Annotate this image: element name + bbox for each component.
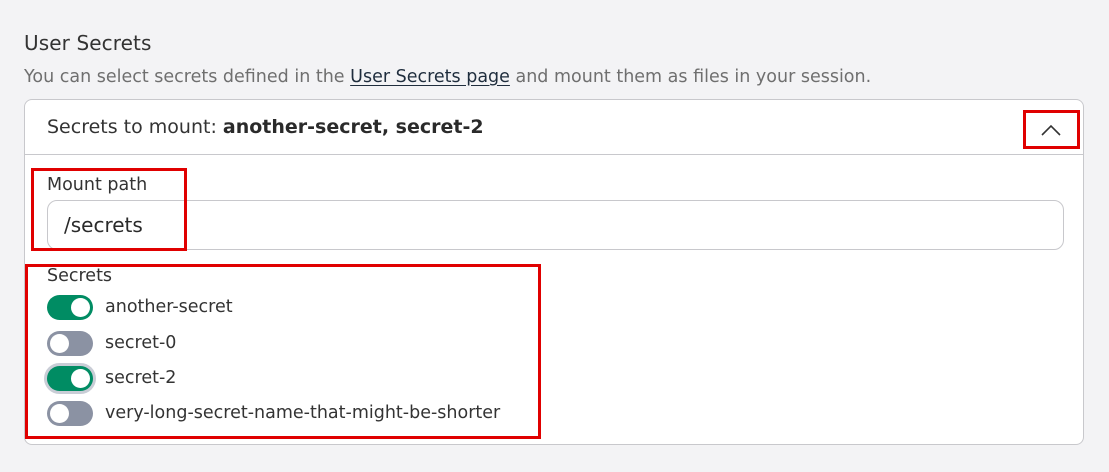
- secret-name: very-long-secret-name-that-might-be-shor…: [105, 403, 501, 423]
- description-text-before: You can select secrets defined in the: [24, 67, 351, 87]
- section-description: You can select secrets defined in the Us…: [24, 67, 871, 87]
- user-secrets-page-link[interactable]: User Secrets page: [350, 67, 510, 87]
- card-header[interactable]: Secrets to mount: another-secret, secret…: [25, 100, 1083, 155]
- secret-name: secret-0: [105, 333, 177, 353]
- secret-toggle-row[interactable]: very-long-secret-name-that-might-be-shor…: [47, 399, 500, 427]
- header-prefix: Secrets to mount:: [47, 116, 223, 138]
- collapse-button[interactable]: [1025, 112, 1077, 148]
- toggle-knob: [50, 403, 69, 423]
- toggle-knob: [71, 368, 90, 388]
- user-secrets-page: User Secrets You can select secrets defi…: [0, 0, 1109, 472]
- secret-toggle-switch[interactable]: [47, 365, 93, 391]
- secret-toggle-row[interactable]: secret-0: [47, 329, 176, 357]
- chevron-up-icon: [1041, 124, 1061, 136]
- secrets-label: Secrets: [47, 266, 113, 286]
- secret-toggle-switch[interactable]: [47, 294, 93, 320]
- secret-name: another-secret: [105, 297, 233, 317]
- toggle-knob: [50, 333, 69, 353]
- card-header-title: Secrets to mount: another-secret, secret…: [47, 116, 484, 138]
- description-text-after: and mount them as files in your session.: [509, 67, 872, 87]
- mount-path-label: Mount path: [47, 175, 148, 195]
- secret-toggle-row[interactable]: another-secret: [47, 293, 233, 321]
- header-selected-secrets: another-secret, secret-2: [222, 116, 484, 138]
- toggle-knob: [71, 297, 90, 317]
- secret-toggle-switch[interactable]: [47, 330, 93, 356]
- secrets-mount-card: Secrets to mount: another-secret, secret…: [24, 99, 1084, 445]
- secret-toggle-switch[interactable]: [47, 400, 93, 426]
- secret-toggle-row[interactable]: secret-2: [47, 364, 176, 392]
- secret-name: secret-2: [105, 368, 177, 388]
- section-title: User Secrets: [24, 31, 152, 55]
- mount-path-input[interactable]: [47, 200, 1064, 250]
